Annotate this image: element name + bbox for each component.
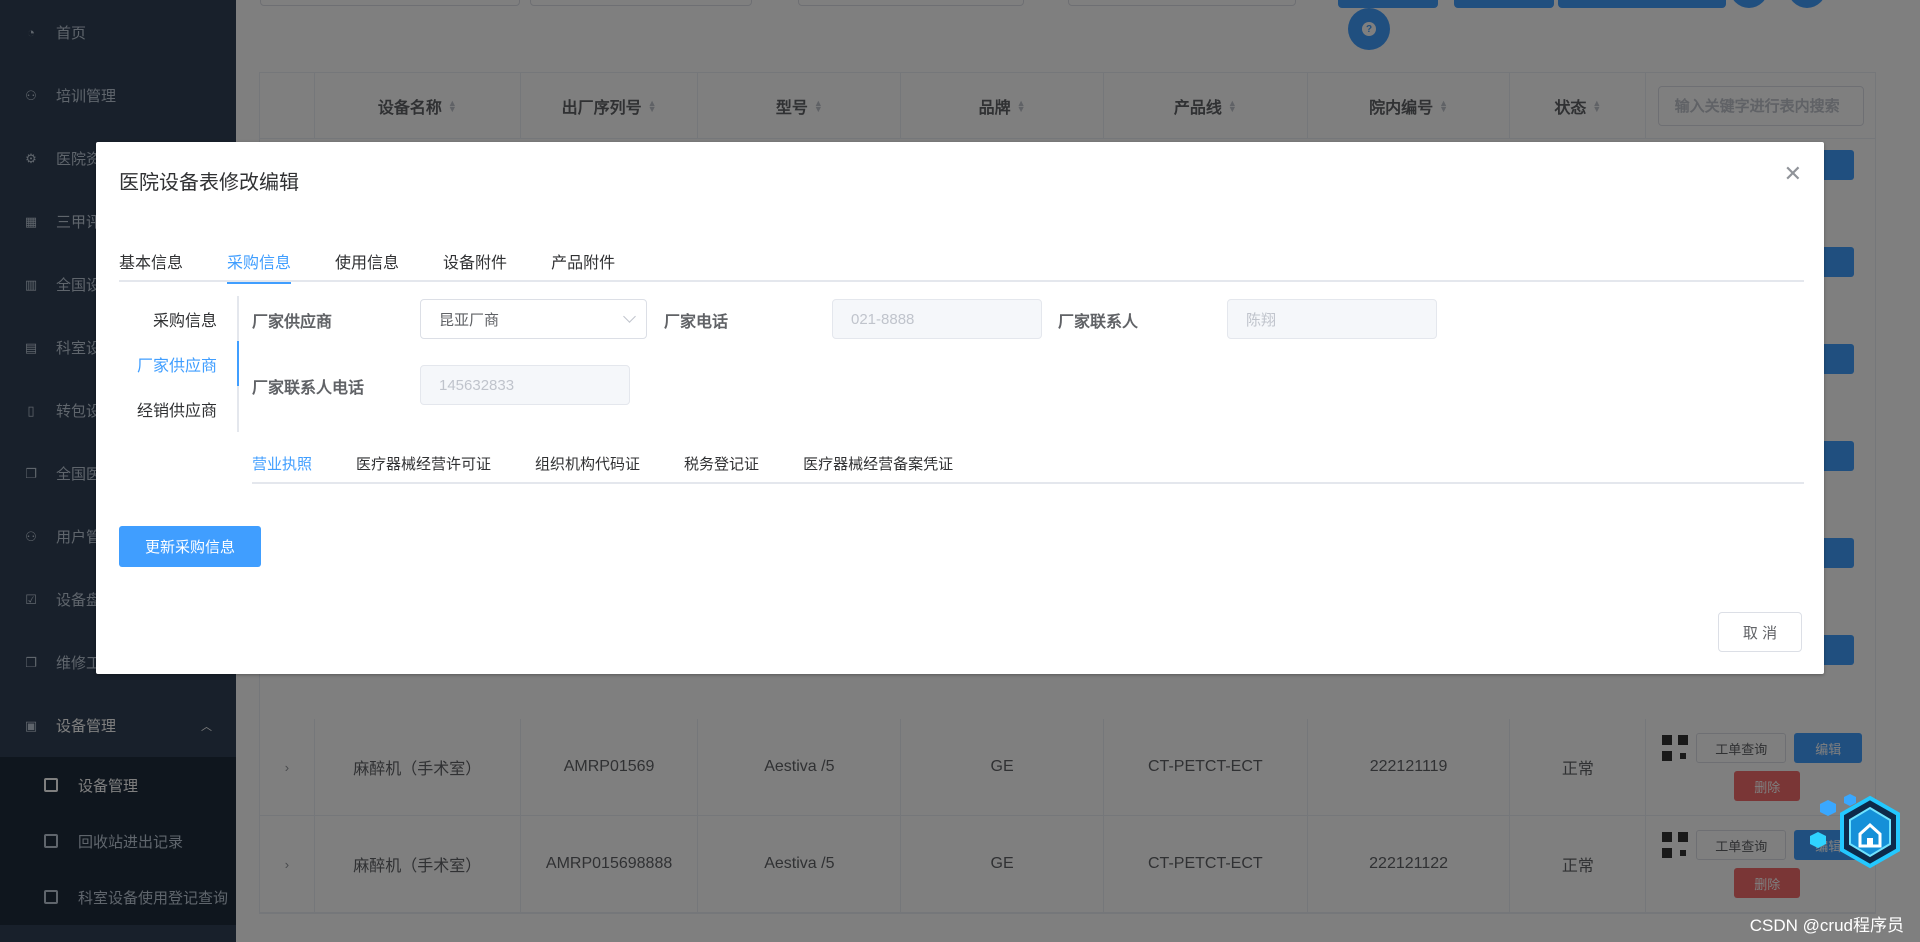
dialog-tabs: 基本信息 采购信息 使用信息 设备附件 产品附件 xyxy=(119,240,1804,284)
tab-org-code[interactable]: 组织机构代码证 xyxy=(513,444,662,482)
tab-tax-registration[interactable]: 税务登记证 xyxy=(662,444,781,482)
tab-device-filing[interactable]: 医疗器械经营备案凭证 xyxy=(781,444,975,482)
home-widget-icon[interactable] xyxy=(1810,790,1906,886)
edit-dialog: 医院设备表修改编辑 ✕ 基本信息 采购信息 使用信息 设备附件 产品附件 采购信… xyxy=(96,142,1824,674)
vtab-manufacturer-supplier[interactable]: 厂家供应商 xyxy=(119,341,239,386)
tab-product-attachments[interactable]: 产品附件 xyxy=(529,240,637,282)
vtab-purchase-info[interactable]: 采购信息 xyxy=(119,296,237,341)
contact-label: 厂家联系人 xyxy=(1058,314,1139,331)
tab-basic-info[interactable]: 基本信息 xyxy=(119,240,205,282)
phone-field[interactable]: 021-8888 xyxy=(832,299,1042,339)
close-icon[interactable]: ✕ xyxy=(1784,163,1802,185)
phone-label: 厂家电话 xyxy=(664,314,729,331)
chevron-down-icon xyxy=(623,310,636,323)
supplier-select-value: 昆亚厂商 xyxy=(439,311,500,329)
update-purchase-button[interactable]: 更新采购信息 xyxy=(119,526,261,567)
tab-purchase-info[interactable]: 采购信息 xyxy=(205,240,313,284)
tab-device-license[interactable]: 医疗器械经营许可证 xyxy=(334,444,513,482)
vtab-distributor-supplier[interactable]: 经销供应商 xyxy=(119,386,237,431)
cancel-button[interactable]: 取 消 xyxy=(1718,612,1802,652)
tab-business-license[interactable]: 营业执照 xyxy=(252,444,334,482)
tab-usage-info[interactable]: 使用信息 xyxy=(313,240,421,282)
dialog-title: 医院设备表修改编辑 xyxy=(119,172,299,194)
supplier-select[interactable]: 昆亚厂商 xyxy=(420,299,647,339)
vertical-tabs: 采购信息 厂家供应商 经销供应商 xyxy=(119,296,239,432)
supplier-label: 厂家供应商 xyxy=(252,314,333,331)
contact-phone-field[interactable]: 145632833 xyxy=(420,365,630,405)
contact-phone-label: 厂家联系人电话 xyxy=(252,380,365,397)
contact-field[interactable]: 陈翔 xyxy=(1227,299,1437,339)
tab-device-attachments[interactable]: 设备附件 xyxy=(421,240,529,282)
certificate-tabs: 营业执照 医疗器械经营许可证 组织机构代码证 税务登记证 医疗器械经营备案凭证 xyxy=(252,444,1804,484)
watermark: CSDN @crud程序员 xyxy=(1749,916,1904,935)
